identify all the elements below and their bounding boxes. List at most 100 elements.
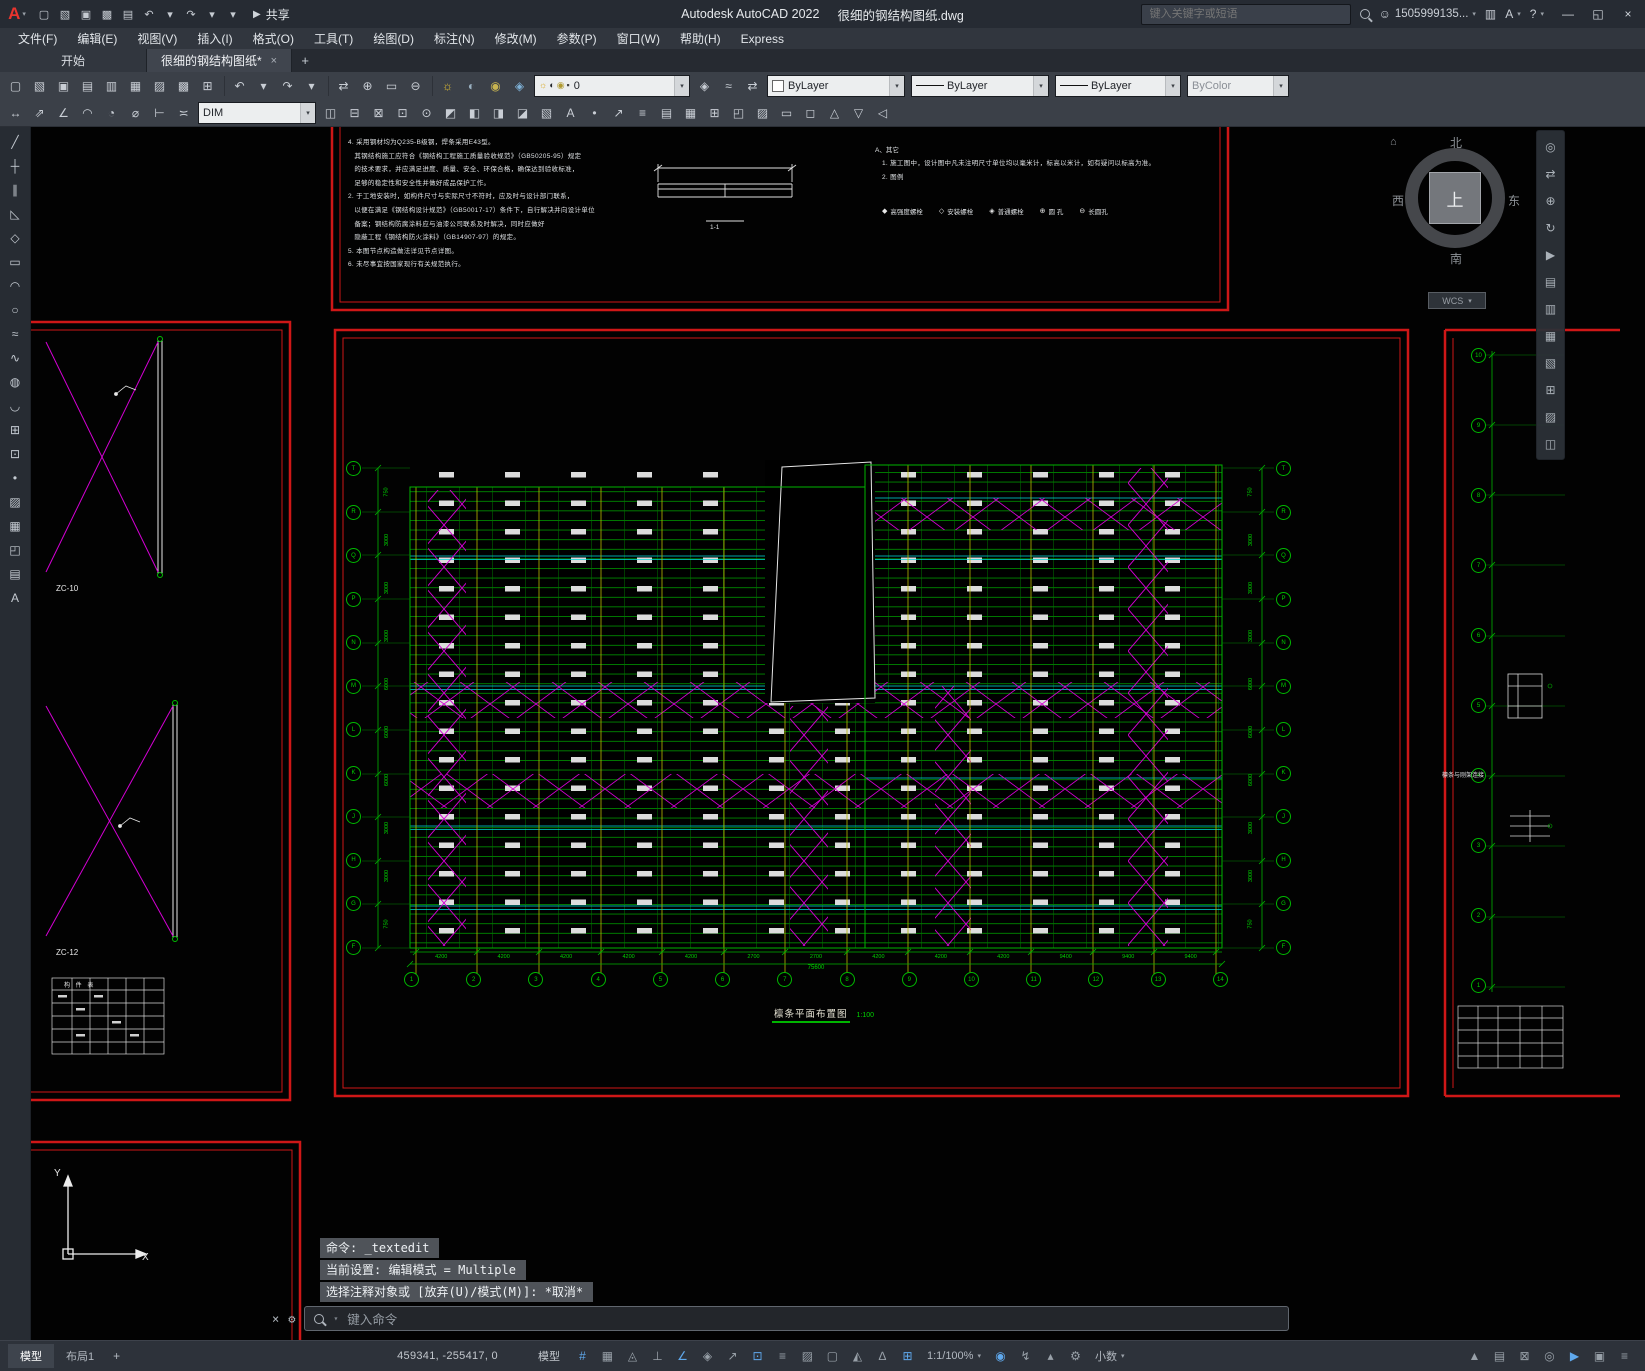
dim-break-icon[interactable]: ⊠ xyxy=(367,102,390,124)
zoom-realtime-icon[interactable]: ⊕ xyxy=(356,75,379,97)
chevron-down-icon[interactable]: ▾ xyxy=(1273,75,1288,96)
search-input[interactable] xyxy=(1147,7,1344,21)
ellipse-icon[interactable]: ◍ xyxy=(3,371,27,393)
menu-item[interactable]: 标注(N) xyxy=(424,28,485,49)
tab-document[interactable]: 很细的钢结构图纸* × xyxy=(147,49,293,72)
menu-item[interactable]: 窗口(W) xyxy=(607,28,670,49)
make-object-layer-current-icon[interactable]: ◈ xyxy=(693,75,716,97)
zoom-previous-icon[interactable]: ⊖ xyxy=(404,75,427,97)
layer-on-icon[interactable]: ☼ xyxy=(436,75,459,97)
help-button[interactable]: ? ▾ xyxy=(1530,7,1544,21)
create-block-icon[interactable]: ⊡ xyxy=(3,443,27,465)
open-icon[interactable]: ▧ xyxy=(28,75,51,97)
save-as-icon[interactable]: ▩ xyxy=(97,4,117,24)
multiline-icon[interactable]: ∥ xyxy=(3,179,27,201)
circle-icon[interactable]: ○ xyxy=(3,299,27,321)
paste-icon[interactable]: ▩ xyxy=(172,75,195,97)
dim-edit-icon[interactable]: ◧ xyxy=(463,102,486,124)
redo-caret-icon[interactable]: ▾ xyxy=(300,75,323,97)
region-icon[interactable]: ◻ xyxy=(799,102,822,124)
graphics-performance-icon[interactable]: ▶ xyxy=(1563,1346,1586,1367)
layers-palette-icon[interactable]: ▦ xyxy=(1540,326,1561,345)
hatch-icon[interactable]: ▨ xyxy=(3,491,27,513)
point-style-icon[interactable]: • xyxy=(583,102,606,124)
color-combo[interactable]: ByLayer ▾ xyxy=(767,74,905,97)
open-icon[interactable]: ▧ xyxy=(55,4,75,24)
close-button[interactable]: × xyxy=(1613,0,1643,28)
hatch-edit-icon[interactable]: ▨ xyxy=(751,102,774,124)
sheet-set-icon[interactable]: ▤ xyxy=(1540,272,1561,291)
units-dropdown[interactable]: 小数 ▾ xyxy=(1095,1348,1125,1364)
menu-item[interactable]: 插入(I) xyxy=(187,28,242,49)
zoom-window-icon[interactable]: ▭ xyxy=(380,75,403,97)
markup-icon[interactable]: ▨ xyxy=(1540,407,1561,426)
table-icon[interactable]: ▤ xyxy=(3,563,27,585)
selection-cycling-icon[interactable]: ▢ xyxy=(821,1346,844,1367)
layer-previous-icon[interactable]: ⇄ xyxy=(741,75,764,97)
dim-text-edit-icon[interactable]: ◨ xyxy=(487,102,510,124)
osnap-3d-icon[interactable]: ◭ xyxy=(846,1346,869,1367)
save-icon[interactable]: ▣ xyxy=(76,4,96,24)
grid-icon[interactable]: # xyxy=(571,1346,594,1367)
model-space-tab[interactable]: 模型 xyxy=(8,1344,54,1368)
recent-commands-icon[interactable]: ▾ xyxy=(333,1314,338,1323)
rectangle-icon[interactable]: ▭ xyxy=(3,251,27,273)
qat-customize-icon[interactable]: ▾ xyxy=(223,4,243,24)
search-box[interactable] xyxy=(1140,3,1351,25)
annotation-monitor-icon[interactable]: ▲ xyxy=(1463,1346,1486,1367)
dim-radius-icon[interactable]: ◔ xyxy=(100,102,123,124)
share-button[interactable]: ▶ 共享 xyxy=(253,6,290,23)
chevron-down-icon[interactable]: ▾ xyxy=(300,102,315,123)
plotstyle-combo[interactable]: ByColor ▾ xyxy=(1187,74,1289,97)
revision-cloud-icon[interactable]: ≈ xyxy=(3,323,27,345)
viewcube-top-face[interactable]: 上 xyxy=(1429,172,1481,224)
command-close-icon[interactable]: × xyxy=(272,1312,279,1326)
menu-item[interactable]: Express xyxy=(731,28,794,49)
polyline-icon[interactable]: ◺ xyxy=(3,203,27,225)
minimize-button[interactable]: — xyxy=(1553,0,1583,28)
new-icon[interactable]: ▢ xyxy=(4,75,27,97)
orbit-icon[interactable]: ↻ xyxy=(1540,218,1561,237)
tolerance-icon[interactable]: ⊡ xyxy=(391,102,414,124)
snap-icon[interactable]: ▦ xyxy=(596,1346,619,1367)
mleader-align-icon[interactable]: ≡ xyxy=(631,102,654,124)
table-style-icon[interactable]: ▤ xyxy=(655,102,678,124)
menu-item[interactable]: 绘图(D) xyxy=(363,28,424,49)
command-customize-icon[interactable]: ⚙ xyxy=(288,1312,295,1326)
redo-icon[interactable]: ↷ xyxy=(181,4,201,24)
menu-item[interactable]: 参数(P) xyxy=(547,28,607,49)
ellipse-arc-icon[interactable]: ◡ xyxy=(3,395,27,417)
model-space-button[interactable]: 模型 xyxy=(528,1345,570,1367)
annotation-scale-chip[interactable]: 1:1/100% ▾ xyxy=(927,1350,981,1362)
viewcube-south[interactable]: 南 xyxy=(1396,250,1516,267)
isometric-icon[interactable]: ◈ xyxy=(696,1346,719,1367)
new-drawing-tab-button[interactable]: + xyxy=(292,49,318,72)
zoom-icon[interactable]: ⊕ xyxy=(1540,191,1561,210)
text-style-icon[interactable]: A xyxy=(559,102,582,124)
tool-palette-icon[interactable]: ▧ xyxy=(1540,353,1561,372)
spline-icon[interactable]: ∿ xyxy=(3,347,27,369)
tab-close-icon[interactable]: × xyxy=(271,55,277,67)
layer-lock-icon[interactable]: ◉ xyxy=(484,75,507,97)
dynamic-input-icon[interactable]: ⊞ xyxy=(896,1346,919,1367)
dim-arc-icon[interactable]: ◠ xyxy=(76,102,99,124)
block-editor-icon[interactable]: ⊞ xyxy=(703,102,726,124)
region-icon[interactable]: ◰ xyxy=(3,539,27,561)
layer-properties-icon[interactable]: ◈ xyxy=(508,75,531,97)
multileader-icon[interactable]: ↗ xyxy=(607,102,630,124)
dim-linear-icon[interactable]: ↔ xyxy=(4,102,27,124)
chevron-down-icon[interactable]: ▾ xyxy=(1165,75,1180,96)
show-motion-icon[interactable]: ▶ xyxy=(1540,245,1561,264)
tab-start[interactable]: 开始 xyxy=(0,49,147,72)
quick-properties-icon[interactable]: ▤ xyxy=(1488,1346,1511,1367)
units-tool-icon[interactable]: ◁ xyxy=(871,102,894,124)
viewcube-north[interactable]: 北 xyxy=(1396,134,1516,151)
undo-icon[interactable]: ↶ xyxy=(139,4,159,24)
layer-freeze-icon[interactable]: ◐ xyxy=(460,75,483,97)
copy-icon[interactable]: ▨ xyxy=(148,75,171,97)
infer-constraints-icon[interactable]: ◬ xyxy=(621,1346,644,1367)
menu-item[interactable]: 文件(F) xyxy=(8,28,67,49)
annotation-scale-icon[interactable]: ▴ xyxy=(1039,1346,1062,1367)
plot-preview-icon[interactable]: ▥ xyxy=(100,75,123,97)
command-input[interactable]: ▾ 键入命令 xyxy=(304,1306,1290,1331)
